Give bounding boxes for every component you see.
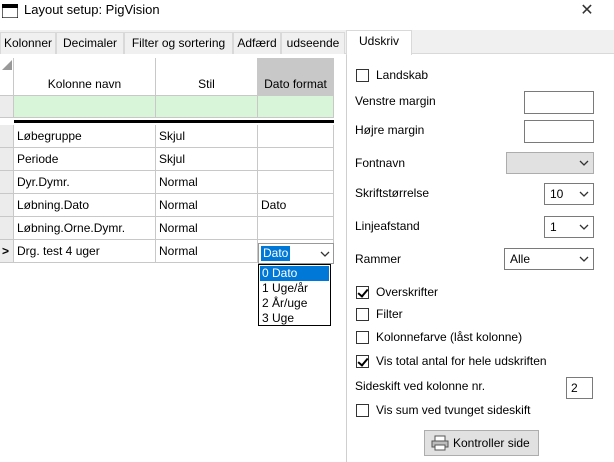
table-row[interactable]: Løbning.Orne.Dymr. Normal [0,217,334,240]
cell-name[interactable] [14,96,156,118]
line-spacing-value: 1 [550,220,557,234]
tab-kolonner[interactable]: Kolonner [0,32,56,54]
header-kolonne-navn[interactable]: Kolonne navn [14,58,156,96]
cell-style[interactable]: Normal [156,217,258,240]
column-color-label: Kolonnefarve (låst kolonne) [376,330,523,344]
row-header[interactable] [0,171,14,194]
cell-date-format[interactable] [258,125,334,148]
tab-udseende[interactable]: udseende [281,32,345,54]
line-spacing-label: Linjeafstand [355,219,420,233]
borders-select[interactable]: Alle [504,248,594,270]
borders-label: Rammer [355,252,402,266]
show-total-label: Vis total antal for hele udskriften [376,354,547,368]
show-total-checkbox[interactable] [356,355,369,368]
filter-label: Filter [376,307,403,321]
cell-name[interactable]: Periode [14,148,156,171]
app-icon [2,4,18,18]
printer-icon [431,435,449,451]
left-margin-input[interactable] [524,91,594,114]
column-color-checkbox[interactable] [356,331,369,344]
page-break-column-label: Sideskift ved kolonne nr. [355,379,486,393]
cell-style[interactable]: Normal [156,171,258,194]
row-header[interactable] [0,217,14,240]
font-size-value: 10 [550,187,564,201]
date-format-option[interactable]: 3 Uge [260,311,329,326]
cell-style[interactable]: Normal [156,194,258,217]
tab-adfaerd[interactable]: Adfærd [233,32,281,54]
row-header [0,96,14,118]
row-header[interactable] [0,125,14,148]
headings-label: Overskrifter [376,285,439,299]
date-format-option[interactable]: 1 Uge/år [260,281,329,296]
font-name-label: Fontnavn [355,156,406,170]
title-bar: Layout setup: PigVision ✕ [0,0,614,24]
right-margin-input[interactable] [524,120,594,143]
cell-date-format[interactable] [258,217,334,240]
print-settings-panel: Landskab Venstre margin Højre margin Fon… [348,55,614,462]
borders-value: Alle [510,252,531,266]
check-page-button[interactable]: Kontroller side [424,430,539,456]
cell-date-format[interactable] [258,96,334,118]
row-header[interactable] [0,194,14,217]
window-title: Layout setup: PigVision [24,2,160,17]
landscape-checkbox[interactable] [356,69,369,82]
font-size-select[interactable]: 10 [544,183,594,205]
cell-date-format[interactable] [258,148,334,171]
chevron-down-icon [579,256,589,262]
date-format-options-list: 0 Dato 1 Uge/år 2 År/uge 3 Uge [258,264,331,326]
cell-name[interactable]: Løbegruppe [14,125,156,148]
filter-checkbox[interactable] [356,308,369,321]
cell-style[interactable]: Skjul [156,148,258,171]
table-row[interactable]: Løbegruppe Skjul [0,125,334,148]
tab-strip: Kolonner Decimaler Filter og sortering A… [0,30,614,55]
frozen-divider [14,120,334,123]
grid-header-row: Kolonne navn Stil Dato format [0,58,334,96]
headings-checkbox[interactable] [356,286,369,299]
date-format-dropdown[interactable]: Dato [258,243,334,264]
page-break-column-input[interactable]: 2 [566,377,593,399]
chevron-down-icon [579,224,589,230]
cell-name[interactable]: Dyr.Dymr. [14,171,156,194]
cell-style[interactable]: Skjul [156,125,258,148]
cell-date-format[interactable]: Dato [258,194,334,217]
table-row[interactable]: Periode Skjul [0,148,334,171]
landscape-label: Landskab [376,68,429,82]
table-row[interactable]: Løbning.Dato Normal Dato [0,194,334,217]
cell-name[interactable]: Drg. test 4 uger [14,240,156,263]
tab-filter-og-sortering[interactable]: Filter og sortering [124,32,233,54]
date-format-option[interactable]: 0 Dato [260,266,329,281]
date-format-selected-value: Dato [261,246,291,261]
font-size-label: Skriftstørrelse [355,186,430,200]
line-spacing-select[interactable]: 1 [544,216,594,238]
cell-style[interactable] [156,96,258,118]
cell-date-format[interactable] [258,171,334,194]
date-format-option[interactable]: 2 År/uge [260,296,329,311]
columns-grid-panel: Kolonne navn Stil Dato format Løbegruppe… [0,55,347,462]
cell-name[interactable]: Løbning.Dato [14,194,156,217]
row-header[interactable] [0,148,14,171]
cell-style[interactable]: Normal [156,240,258,263]
table-row[interactable]: Dyr.Dymr. Normal [0,171,334,194]
sum-on-break-checkbox[interactable] [356,404,369,417]
right-margin-label: Højre margin [355,123,425,137]
tab-decimaler[interactable]: Decimaler [56,32,124,54]
corner-triangle-icon [2,60,12,70]
close-button[interactable]: ✕ [575,0,599,22]
tab-udskriv[interactable]: Udskriv [346,30,412,55]
current-row-marker[interactable]: > [0,240,14,263]
chevron-down-icon [579,160,589,166]
chevron-down-icon [579,191,589,197]
grid-corner [0,58,14,96]
check-page-button-label: Kontroller side [453,436,530,450]
header-stil[interactable]: Stil [156,58,258,96]
sum-on-break-label: Vis sum ved tvunget sideskift [376,403,531,417]
header-dato-format[interactable]: Dato format [258,58,334,96]
chevron-down-icon[interactable] [317,244,333,263]
new-row[interactable] [0,96,334,118]
font-name-select[interactable] [506,152,594,174]
cell-name[interactable]: Løbning.Orne.Dymr. [14,217,156,240]
left-margin-label: Venstre margin [355,94,436,108]
